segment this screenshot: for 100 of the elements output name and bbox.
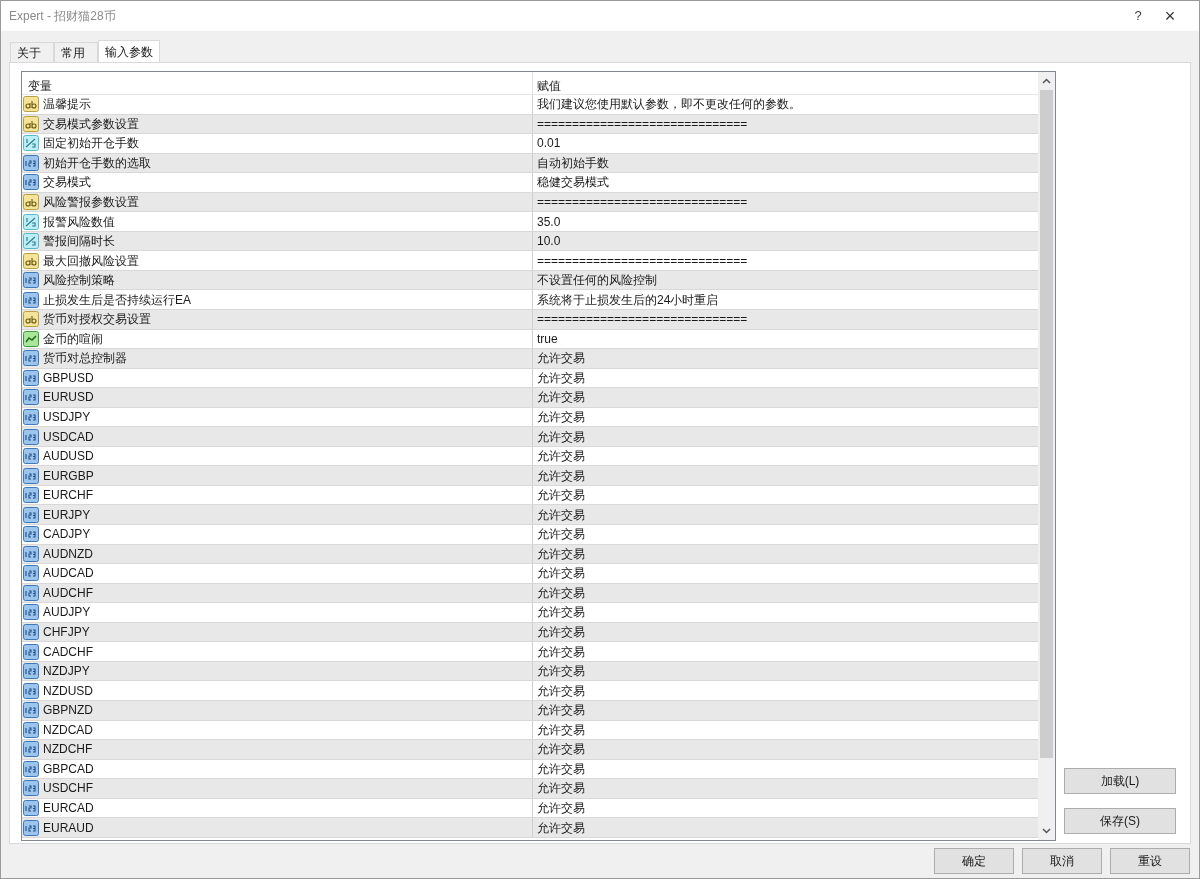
parameter-value: 允许交易 [536, 487, 585, 505]
parameter-name: 货币对总控制器 [43, 350, 127, 368]
parameter-row[interactable]: CADCHF 允许交易 [22, 642, 1038, 662]
parameter-row[interactable]: 风险控制策略 不设置任何的风险控制 [22, 270, 1038, 291]
parameter-row[interactable]: NZDUSD 允许交易 [22, 681, 1038, 701]
parameter-row[interactable]: AUDNZD 允许交易 [22, 544, 1038, 565]
side-button[interactable]: 保存(S) [1064, 808, 1176, 834]
parameter-row[interactable]: EURAUD 允许交易 [22, 818, 1038, 838]
number-type-icon [23, 291, 39, 308]
parameter-row[interactable]: USDJPY 允许交易 [22, 407, 1038, 428]
parameter-row[interactable]: AUDJPY 允许交易 [22, 603, 1038, 623]
parameter-name: NZDCAD [43, 721, 93, 739]
parameter-value: true [536, 330, 558, 348]
parameter-row[interactable]: NZDCHF 允许交易 [22, 740, 1038, 760]
number-type-icon [23, 272, 39, 289]
number-type-icon [23, 428, 39, 445]
parameter-row[interactable]: CHFJPY 允许交易 [22, 622, 1038, 643]
parameter-row[interactable]: GBPUSD 允许交易 [22, 368, 1038, 389]
parameter-row[interactable]: 货币对授权交易设置 ============================== [22, 310, 1038, 330]
parameter-value: 不设置任何的风险控制 [536, 272, 657, 290]
number-type-icon [23, 526, 39, 543]
help-button[interactable]: ? [1123, 6, 1153, 26]
tab[interactable]: 常用 [54, 42, 98, 62]
parameter-name: CHFJPY [43, 624, 90, 642]
string-type-icon [23, 194, 39, 210]
parameter-row[interactable]: USDCHF 允许交易 [22, 779, 1038, 799]
parameter-name: EURCHF [43, 487, 93, 505]
parameter-row[interactable]: NZDCAD 允许交易 [22, 720, 1038, 741]
parameter-value: 允许交易 [536, 604, 585, 622]
number-type-icon [23, 389, 39, 406]
parameter-row[interactable]: USDCAD 允许交易 [22, 427, 1038, 447]
parameter-row[interactable]: GBPCAD 允许交易 [22, 759, 1038, 780]
parameter-name: 货币对授权交易设置 [43, 311, 151, 329]
string-type-icon [23, 311, 39, 328]
parameter-value: 允许交易 [536, 389, 585, 407]
parameter-value: 允许交易 [536, 721, 585, 739]
parameter-row[interactable]: AUDUSD 允许交易 [22, 446, 1038, 467]
scrollbar[interactable] [1038, 72, 1055, 840]
parameter-row[interactable]: 止损发生后是否持续运行EA 系统将于止损发生后的24小时重启 [22, 290, 1038, 310]
parameter-name: USDJPY [43, 409, 91, 426]
parameter-row[interactable]: AUDCAD 允许交易 [22, 564, 1038, 584]
number-type-icon [23, 643, 39, 660]
parameter-row[interactable]: GBPNZD 允许交易 [22, 700, 1038, 721]
parameter-value: 允许交易 [536, 799, 585, 817]
parameter-row[interactable]: 交易模式 稳健交易模式 [22, 173, 1038, 193]
parameter-value: 允许交易 [536, 526, 585, 544]
parameter-row[interactable]: 最大回撤风险设置 ============================== [22, 251, 1038, 271]
number-type-icon [23, 448, 39, 465]
parameter-row[interactable]: 固定初始开仓手数 0.01 [22, 134, 1038, 154]
parameter-name: 初始开仓手数的选取 [43, 154, 151, 172]
parameter-row[interactable]: 货币对总控制器 允许交易 [22, 349, 1038, 369]
number-type-icon [23, 702, 39, 719]
parameter-name: GBPNZD [43, 702, 93, 720]
parameter-row[interactable]: 警报间隔时长 10.0 [22, 231, 1038, 252]
tab[interactable]: 输入参数 [98, 40, 160, 62]
parameter-row[interactable]: EURCAD 允许交易 [22, 798, 1038, 819]
dialog-button[interactable]: 重设 [1110, 848, 1190, 874]
parameter-name: GBPUSD [43, 369, 94, 387]
string-type-icon [23, 252, 39, 269]
dialog-button[interactable]: 确定 [934, 848, 1014, 874]
side-button[interactable]: 加载(L) [1064, 768, 1176, 794]
string-type-icon [23, 96, 39, 113]
parameter-row[interactable]: 报警风险数值 35.0 [22, 212, 1038, 232]
parameter-name: 风险警报参数设置 [43, 194, 139, 211]
parameter-name: AUDJPY [43, 604, 91, 622]
number-type-icon [23, 819, 39, 836]
parameter-row[interactable]: 初始开仓手数的选取 自动初始手数 [22, 153, 1038, 174]
parameter-row[interactable]: NZDJPY 允许交易 [22, 661, 1038, 682]
parameter-row[interactable]: EURCHF 允许交易 [22, 485, 1038, 506]
number-type-icon [23, 154, 39, 171]
parameter-row[interactable]: EURGBP 允许交易 [22, 466, 1038, 486]
scroll-up-icon[interactable] [1042, 78, 1051, 84]
parameter-name: 交易模式参数设置 [43, 115, 139, 133]
scrollbar-thumb[interactable] [1040, 90, 1053, 758]
number-type-icon [23, 350, 39, 367]
parameter-value: 允许交易 [536, 428, 585, 446]
parameter-row[interactable]: 金币的喧闹 true [22, 329, 1038, 350]
parameter-row[interactable]: AUDCHF 允许交易 [22, 583, 1038, 604]
parameter-name: EURAUD [43, 819, 94, 837]
column-header[interactable]: 变量 [22, 72, 533, 94]
parameter-row[interactable]: EURUSD 允许交易 [22, 388, 1038, 408]
parameter-name: NZDCHF [43, 741, 93, 759]
parameter-name: 固定初始开仓手数 [43, 135, 139, 153]
parameter-value: ============================== [536, 194, 748, 211]
parameter-value: 允许交易 [536, 819, 585, 837]
parameter-value: 允许交易 [536, 350, 585, 368]
dialog-button[interactable]: 取消 [1022, 848, 1102, 874]
parameter-row[interactable]: 交易模式参数设置 ============================== [22, 114, 1038, 135]
number-type-icon [23, 741, 39, 758]
parameter-row[interactable]: 温馨提示 我们建议您使用默认参数，即不更改任何的参数。 [22, 95, 1038, 115]
parameter-row[interactable]: CADJPY 允许交易 [22, 525, 1038, 545]
parameter-row[interactable]: 风险警报参数设置 ============================== [22, 192, 1038, 213]
close-button[interactable]: × [1153, 2, 1187, 30]
parameter-row[interactable]: EURJPY 允许交易 [22, 505, 1038, 526]
tab[interactable]: 关于 [10, 42, 54, 62]
parameter-value: 允许交易 [536, 448, 585, 466]
scroll-down-icon[interactable] [1042, 828, 1051, 834]
column-header[interactable]: 赋值 [533, 72, 1038, 94]
parameter-value: 10.0 [536, 233, 561, 251]
parameter-name: EURUSD [43, 389, 94, 407]
